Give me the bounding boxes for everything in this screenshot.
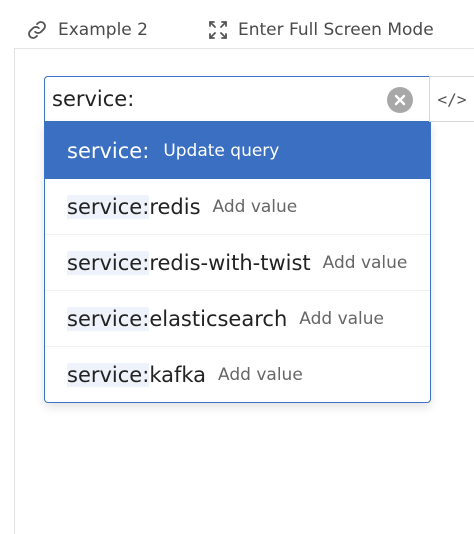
search-bar <box>44 76 429 122</box>
suggestion-prefix: service: <box>67 362 150 387</box>
suggestion-value: redis <box>149 194 201 219</box>
suggestion-value: elasticsearch <box>149 306 288 331</box>
suggestion-prefix: service: <box>67 194 150 219</box>
suggestion-dropdown: service: Update query service:redis Add … <box>44 122 431 403</box>
suggestion-value: redis-with-twist <box>149 250 311 275</box>
suggestion-prefix: service: <box>67 306 150 331</box>
suggestion-prefix: service: <box>67 250 150 275</box>
suggestion-item[interactable]: service:kafka Add value <box>45 347 430 402</box>
suggestion-name: service: <box>67 138 150 163</box>
fullscreen-button[interactable]: Enter Full Screen Mode <box>208 20 434 40</box>
suggestion-hint: Add value <box>212 196 298 217</box>
suggestion-item[interactable]: service:redis Add value <box>45 179 430 234</box>
clear-circle-icon <box>394 94 406 106</box>
suggestion-item[interactable]: service:elasticsearch Add value <box>45 291 430 346</box>
clear-search-button[interactable] <box>387 87 413 113</box>
suggestion-name: service:redis <box>66 194 202 219</box>
example-label: Example 2 <box>58 20 148 40</box>
suggestion-name: service:kafka <box>66 362 207 387</box>
search-input[interactable] <box>45 79 372 119</box>
suggestion-value: kafka <box>149 362 207 387</box>
toolbar: Example 2 Enter Full Screen Mode <box>14 12 474 49</box>
suggestion-name: service:elasticsearch <box>66 306 288 331</box>
code-toggle-button[interactable]: </> <box>429 76 474 122</box>
suggestion-hint: Add value <box>218 364 303 385</box>
page: Example 2 Enter Full Screen Mode </> <box>0 0 474 534</box>
expand-icon <box>208 20 228 40</box>
fullscreen-label: Enter Full Screen Mode <box>237 20 434 40</box>
link-icon <box>26 19 48 41</box>
suggestion-hint: Add value <box>299 308 385 329</box>
suggestion-item[interactable]: service:redis-with-twist Add value <box>45 235 430 290</box>
suggestion-name: service:redis-with-twist <box>66 250 312 275</box>
suggestion-update-query[interactable]: service: Update query <box>45 122 430 179</box>
suggestion-hint: Add value <box>322 252 408 273</box>
example-link[interactable]: Example 2 <box>26 19 148 41</box>
code-icon: </> <box>437 89 467 109</box>
suggestion-hint: Update query <box>163 140 280 161</box>
